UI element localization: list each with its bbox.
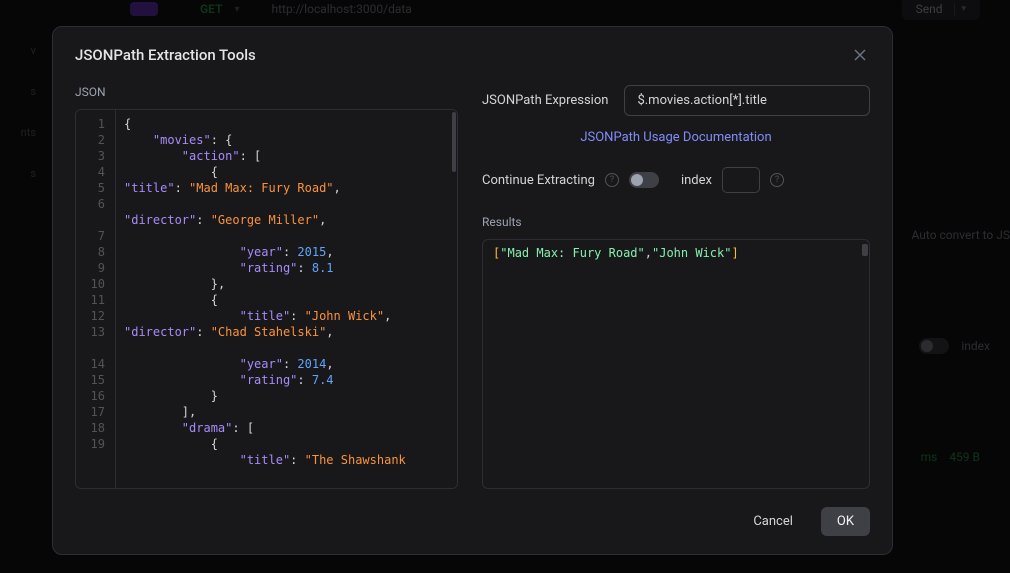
results-label: Results [482, 215, 870, 229]
continue-label: Continue Extracting [482, 173, 595, 188]
result-value: "Mad Max: Fury Road" [500, 246, 645, 260]
expression-row: JSONPath Expression [482, 85, 870, 116]
modal-title: JSONPath Extraction Tools [75, 46, 256, 64]
expression-label: JSONPath Expression [482, 93, 608, 108]
right-panel: JSONPath Expression JSONPath Usage Docum… [482, 85, 870, 489]
expression-input[interactable] [624, 85, 870, 116]
json-panel: JSON 1 2 3 4 5 6 7 8 9 10 11 12 13 14 [75, 85, 458, 489]
json-editor[interactable]: 1 2 3 4 5 6 7 8 9 10 11 12 13 14 15 16 1 [75, 109, 458, 489]
result-value: "John Wick" [652, 246, 732, 260]
scrollbar-thumb[interactable] [452, 112, 456, 172]
results-box[interactable]: ["Mad Max: Fury Road","John Wick"] [482, 239, 870, 489]
ok-button[interactable]: OK [821, 507, 870, 536]
cancel-button[interactable]: Cancel [737, 507, 809, 536]
modal-body: JSON 1 2 3 4 5 6 7 8 9 10 11 12 13 14 [53, 75, 892, 493]
editor-scrollbar[interactable] [451, 110, 457, 488]
line-gutter: 1 2 3 4 5 6 7 8 9 10 11 12 13 14 15 16 1 [76, 110, 116, 488]
results-scrollbar[interactable] [862, 244, 868, 256]
modal-header: JSONPath Extraction Tools [53, 27, 892, 75]
help-icon[interactable]: ? [605, 173, 619, 187]
continue-row: Continue Extracting ? index ? [482, 167, 870, 193]
index-label: index [681, 173, 712, 188]
jsonpath-modal: JSONPath Extraction Tools JSON 1 2 3 4 5… [52, 26, 893, 555]
close-icon[interactable] [850, 45, 870, 65]
continue-toggle[interactable] [629, 172, 659, 188]
code-area[interactable]: { "movies": { "action": [ { "title": "Ma… [116, 110, 457, 488]
json-label: JSON [75, 85, 458, 99]
modal-footer: Cancel OK [53, 493, 892, 554]
documentation-link[interactable]: JSONPath Usage Documentation [482, 130, 870, 145]
help-icon[interactable]: ? [770, 173, 784, 187]
index-input[interactable] [722, 167, 760, 193]
